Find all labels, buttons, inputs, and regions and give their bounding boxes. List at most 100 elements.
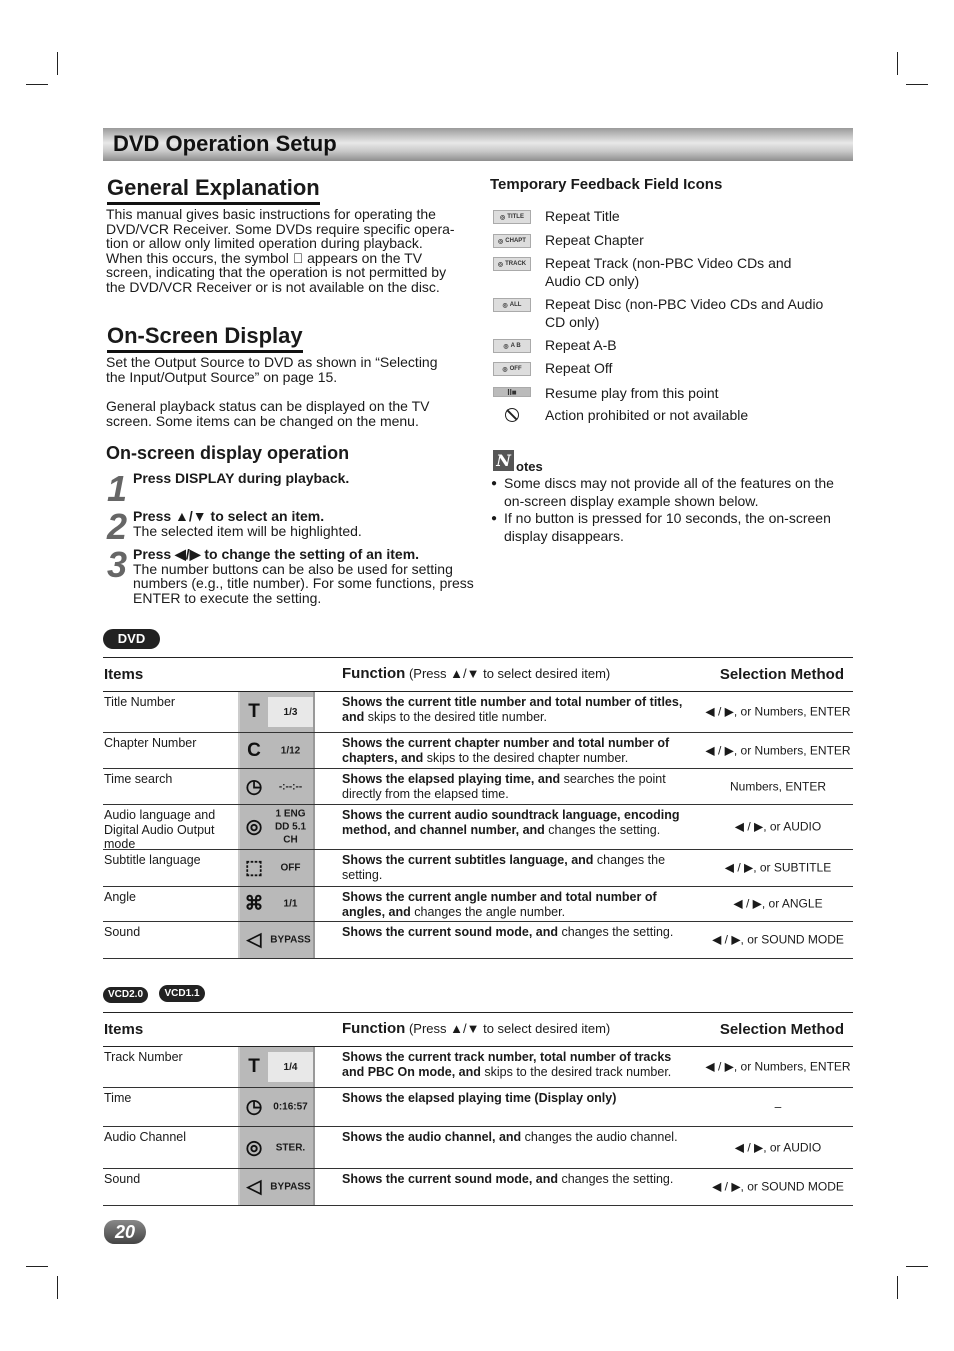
- text-line: Set the Output Source to DVD as shown in…: [106, 354, 438, 370]
- header-items: Items: [104, 1021, 144, 1038]
- chapter-icon: C: [247, 739, 261, 761]
- osd-display: ◎ 1 ENG DD 5.1 CH: [238, 805, 315, 849]
- feedback-label: Repeat Track (non-PBC Video CDs and Audi…: [545, 255, 792, 289]
- crop-mark: [57, 52, 58, 75]
- step-detail: The number buttons can be also be used f…: [133, 560, 474, 606]
- feedback-label: Repeat A-B: [545, 337, 617, 353]
- crop-mark: [57, 1276, 58, 1299]
- clock-icon: ◷: [245, 1096, 263, 1118]
- row-item-label: Title Number: [104, 695, 176, 709]
- row-selection-method: ◀ / ▶, or Numbers, ENTER: [705, 743, 851, 757]
- repeat-title-icon: ◎ TITLE: [493, 210, 531, 224]
- row-function: Shows the current angle number and total…: [342, 890, 657, 919]
- text-line: screen. Some items can be changed on the…: [106, 412, 419, 429]
- row-selection-method: ◀ / ▶, or SOUND MODE: [712, 932, 844, 947]
- feedback-icons-heading: Temporary Feedback Field Icons: [490, 176, 723, 193]
- camera-angle-icon: ⌘: [244, 893, 264, 915]
- row-item-label: Angle: [104, 890, 136, 904]
- text-line: This manual gives basic instructions for…: [106, 206, 436, 222]
- row-item-label: Audio Channel: [104, 1130, 187, 1144]
- osd-display: C 1/12: [238, 733, 315, 768]
- title-icon: T: [248, 701, 260, 722]
- vcd-osd-table: Items Function (Press ▲/▼ to select desi…: [103, 1012, 853, 1206]
- step-detail: The selected item will be highlighted.: [133, 522, 362, 539]
- row-function: Shows the current sound mode, and change…: [342, 1172, 674, 1186]
- subtitle-icon: ⬚: [245, 857, 263, 879]
- crop-mark: [897, 52, 898, 75]
- feedback-label: Action prohibited or not available: [545, 407, 749, 423]
- row-function: Shows the elapsed playing time (Display …: [342, 1091, 617, 1105]
- feedback-label: Repeat Off: [545, 360, 613, 376]
- table-row: Audio Channel ◎ STER. Shows the audio chann…: [103, 1127, 853, 1169]
- resume-icon: II■: [493, 387, 531, 397]
- osd-value: OFF: [280, 862, 301, 874]
- feedback-label: Resume play from this point: [545, 385, 719, 401]
- feedback-label: Repeat Disc (non-PBC Video CDs and Audio…: [545, 296, 824, 330]
- note-item: Some discs may not provide all of the fe…: [491, 475, 855, 510]
- row-selection-method: ◀ / ▶, or ANGLE: [733, 896, 823, 911]
- row-selection-method: ◀ / ▶, or Numbers, ENTER: [705, 704, 851, 719]
- on-screen-display-heading: On-Screen Display: [107, 323, 303, 353]
- osd-value: BYPASS: [270, 1181, 311, 1193]
- general-explanation-text: This manual gives basic instructions for…: [106, 207, 476, 294]
- crop-mark: [897, 1276, 898, 1299]
- step-number: 1: [107, 468, 128, 509]
- header-selection-method: Selection Method: [719, 1021, 844, 1038]
- osd-value: -:--:--: [278, 781, 303, 792]
- row-item-label: Time: [104, 1091, 132, 1105]
- table-row: Audio language and Digital Audio Output …: [103, 805, 853, 851]
- track-icon: T: [248, 1056, 260, 1077]
- clock-icon: ◷: [245, 776, 263, 797]
- repeat-chapter-icon: ◎ CHAPT: [493, 234, 531, 248]
- osd-value: BYPASS: [270, 934, 311, 946]
- table-row: Chapter Number C 1/12 Shows the current cha…: [103, 733, 853, 769]
- table-row: Track Number T 1/4 Shows the current track …: [103, 1047, 853, 1088]
- osd-operation-heading: On-screen display operation: [106, 443, 350, 463]
- row-function: Shows the current track number, total nu…: [342, 1050, 672, 1079]
- row-item-label: Audio language and Digital Audio Output …: [104, 808, 216, 851]
- page-title: DVD Operation Setup: [113, 131, 337, 156]
- crop-mark: [906, 1266, 928, 1267]
- crop-mark: [906, 84, 928, 85]
- repeat-all-icon: ◎ ALL: [493, 298, 531, 312]
- dvd-osd-table: Items Function (Press ▲/▼ to select desi…: [103, 657, 853, 959]
- header-function: Function (Press ▲/▼ to select desired it…: [342, 1020, 611, 1037]
- table-row: Subtitle language ⬚ OFF Shows the current s…: [103, 850, 853, 887]
- feedback-label: Repeat Title: [545, 208, 620, 224]
- osd-display: ⬚ OFF: [238, 850, 315, 886]
- table-row: Time ◷ 0:16:57 Shows the elapsed playing ti…: [103, 1088, 853, 1127]
- row-selection-method: ◀ / ▶, or AUDIO: [734, 1140, 822, 1154]
- osd-value: 1 ENG DD 5.1 CH: [274, 808, 307, 846]
- text-line: General playback status can be displayed…: [106, 398, 430, 414]
- osd-display: ◷ -:--:--: [238, 769, 315, 804]
- dvd-badge: DVD: [103, 629, 160, 649]
- osd-display: ◁ BYPASS: [238, 922, 315, 958]
- speaker-icon: ◁: [246, 929, 262, 951]
- general-explanation-heading: General Explanation: [107, 175, 320, 205]
- osd-value: 0:16:57: [273, 1101, 308, 1113]
- row-function: Shows the current subtitles language, an…: [342, 853, 666, 882]
- feedback-label: Repeat Chapter: [545, 232, 644, 248]
- crop-mark: [26, 84, 48, 85]
- osd-display: ⌘ 1/1: [238, 887, 315, 921]
- section-header-bar: DVD Operation Setup: [103, 128, 853, 161]
- row-selection-method: ◀ / ▶, or AUDIO: [734, 819, 822, 834]
- table-row: Title Number T 1/3 Shows the current title …: [103, 692, 853, 733]
- row-function: Shows the elapsed playing time, and sear…: [342, 772, 666, 801]
- table-row: Sound ◁ BYPASS Shows the current sound mode…: [103, 922, 853, 959]
- row-function: Shows the current sound mode, and change…: [342, 925, 674, 939]
- header-selection-method: Selection Method: [719, 666, 844, 683]
- table-header: Items Function (Press ▲/▼ to select desi…: [103, 657, 853, 692]
- row-function: Shows the audio channel, and changes the…: [342, 1130, 678, 1144]
- step-number: 2: [107, 506, 128, 547]
- row-selection-method: –: [774, 1099, 782, 1114]
- vcd20-badge: VCD2.0: [103, 987, 148, 1003]
- osd-display: ◁ BYPASS: [238, 1169, 315, 1205]
- row-selection-method: ◀ / ▶, or SUBTITLE: [724, 860, 832, 875]
- text-line: the DVD/VCR Receiver or is not available…: [106, 278, 440, 295]
- page-number: 20: [104, 1220, 146, 1244]
- text-line: the Input/Output Source” on page 15.: [106, 368, 338, 385]
- row-item-label: Chapter Number: [104, 736, 197, 750]
- header-items: Items: [104, 666, 144, 683]
- osd-value: 1/12: [280, 745, 301, 756]
